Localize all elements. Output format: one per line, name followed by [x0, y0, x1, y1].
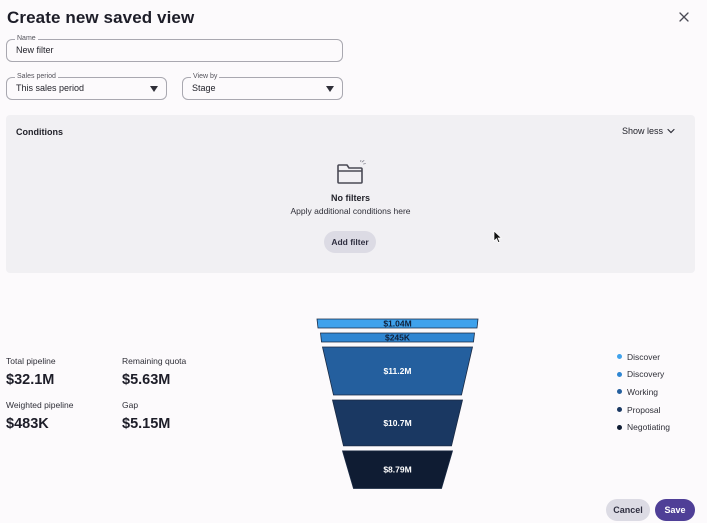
legend-label: Negotiating: [627, 422, 671, 433]
funnel-label-working: $11.2M: [384, 366, 412, 376]
funnel-label-discovery: $245K: [385, 333, 411, 343]
mouse-pointer-icon: [493, 230, 503, 244]
legend-dot: [617, 407, 622, 413]
dialog-title: Create new saved view: [7, 8, 195, 27]
legend-dot: [617, 424, 622, 430]
total-pipeline-value: $32.1M: [6, 372, 55, 388]
no-filters-subtitle: Apply additional conditions here: [290, 206, 411, 216]
legend-item-discover: Discover: [617, 348, 670, 366]
funnel-label-proposal: $10.7M: [383, 418, 411, 428]
save-button[interactable]: Save: [655, 499, 695, 521]
add-filter-button[interactable]: Add filter: [324, 231, 376, 253]
close-button[interactable]: [676, 9, 692, 25]
legend-label: Discover: [627, 351, 661, 362]
weighted-pipeline-value: $483K: [6, 416, 49, 432]
total-pipeline-label: Total pipeline: [6, 356, 56, 366]
pipeline-funnel-chart: $1.04M $245K $11.2M $10.7M $8.79M: [316, 319, 479, 489]
legend-label: Discovery: [627, 369, 665, 380]
cancel-button[interactable]: Cancel: [606, 499, 650, 521]
name-field-label: Name: [15, 34, 38, 44]
name-input[interactable]: [16, 45, 316, 55]
folder-icon: [337, 160, 366, 184]
funnel-legend: Discover Discovery Working Proposal Negotiat…: [617, 348, 670, 436]
legend-dot: [617, 371, 622, 377]
legend-dot: [617, 389, 622, 395]
show-less-toggle[interactable]: Show less: [622, 126, 675, 136]
legend-item-proposal: Proposal: [617, 401, 670, 419]
view-by-select[interactable]: View by Stage: [182, 72, 343, 100]
remaining-quota-label: Remaining quota: [122, 356, 187, 366]
no-filters-title: No filters: [330, 193, 370, 203]
view-by-value: Stage: [192, 83, 216, 93]
conditions-title: Conditions: [16, 127, 63, 137]
legend-item-discovery: Discovery: [617, 366, 670, 384]
funnel-label-negotiating: $8.79M: [383, 465, 411, 475]
sales-period-select[interactable]: Sales period This sales period: [6, 72, 167, 100]
gap-value: $5.15M: [122, 416, 171, 432]
legend-label: Proposal: [627, 404, 661, 415]
conditions-panel: Conditions Show less No filters Apply ad…: [6, 115, 695, 273]
remaining-quota-value: $5.63M: [122, 372, 171, 388]
view-by-label: View by: [191, 72, 220, 82]
gap-label: Gap: [122, 400, 139, 410]
legend-label: Working: [627, 386, 659, 397]
name-field[interactable]: Name: [6, 34, 343, 62]
close-icon: [679, 12, 689, 22]
legend-dot: [617, 354, 622, 360]
weighted-pipeline-label: Weighted pipeline: [6, 400, 74, 410]
caret-down-icon: [150, 86, 158, 92]
sales-period-label: Sales period: [15, 72, 58, 82]
legend-item-working: Working: [617, 383, 670, 401]
chevron-down-icon: [667, 128, 675, 134]
legend-item-negotiating: Negotiating: [617, 418, 670, 436]
caret-down-icon: [326, 86, 334, 92]
show-less-label: Show less: [622, 126, 664, 136]
funnel-label-discover: $1.04M: [383, 319, 411, 329]
